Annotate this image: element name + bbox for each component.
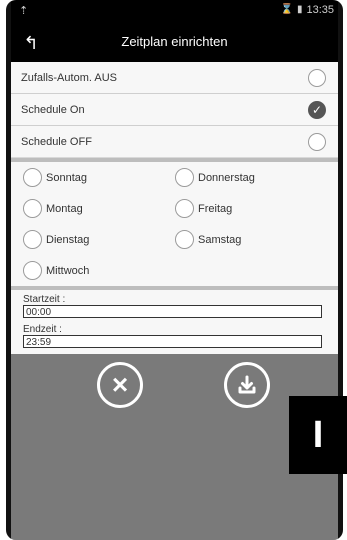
cancel-button[interactable]: ×: [97, 362, 143, 408]
day-saturday[interactable]: Samstag: [175, 230, 241, 249]
mode-list: Zufalls-Autom. AUS Schedule On ✓ Schedul…: [11, 62, 338, 157]
day-label: Freitag: [198, 202, 233, 215]
status-bar: ⇡ ⌛ ▮ 13:35: [11, 0, 338, 24]
side-tab: I: [289, 396, 347, 474]
notification-icon: ⇡: [19, 5, 29, 17]
radio-icon[interactable]: [308, 68, 326, 87]
side-tab-label: I: [312, 413, 324, 456]
page-title: Zeitplan einrichten: [121, 34, 228, 49]
day-label: Donnerstag: [198, 171, 255, 184]
hourglass-icon: ⌛: [280, 4, 293, 15]
radio-icon[interactable]: [175, 230, 194, 249]
status-right: ⌛ ▮ 13:35: [281, 4, 335, 16]
day-sunday[interactable]: Sonntag: [23, 168, 87, 187]
day-label: Dienstag: [46, 233, 90, 246]
radio-icon[interactable]: [23, 168, 42, 187]
save-button[interactable]: [224, 362, 270, 408]
start-time-label: Startzeit :: [23, 294, 66, 305]
mode-label: Zufalls-Autom. AUS: [21, 71, 117, 84]
day-wednesday[interactable]: Mittwoch: [23, 261, 89, 280]
mode-row-schedule-off[interactable]: Schedule OFF: [11, 126, 338, 157]
download-icon: [238, 375, 256, 394]
day-label: Montag: [46, 202, 83, 215]
check-icon[interactable]: ✓: [308, 100, 326, 119]
radio-icon[interactable]: [23, 230, 42, 249]
end-time-label: Endzeit :: [23, 324, 62, 335]
day-label: Sonntag: [46, 171, 87, 184]
status-time: 13:35: [306, 4, 334, 16]
radio-icon[interactable]: [23, 261, 42, 280]
radio-icon[interactable]: [308, 132, 326, 151]
day-tuesday[interactable]: Dienstag: [23, 230, 89, 249]
end-time-field[interactable]: 23:59: [23, 335, 322, 348]
day-label: Mittwoch: [46, 264, 90, 277]
day-selector: Sonntag Montag Dienstag Mittwoch Donners…: [11, 162, 338, 289]
mode-row-schedule-on[interactable]: Schedule On ✓: [11, 94, 338, 126]
mode-row-random-off[interactable]: Zufalls-Autom. AUS: [11, 62, 338, 94]
day-thursday[interactable]: Donnerstag: [175, 168, 255, 187]
app-bar: ↰ Zeitplan einrichten: [11, 24, 338, 62]
time-settings: Startzeit : 00:00 Endzeit : 23:59: [11, 290, 338, 354]
mode-label: Schedule OFF: [21, 135, 92, 148]
mode-label: Schedule On: [21, 103, 85, 116]
day-monday[interactable]: Montag: [23, 199, 83, 218]
radio-icon[interactable]: [175, 199, 194, 218]
start-time-field[interactable]: 00:00: [23, 305, 322, 318]
battery-icon: ▮: [296, 4, 303, 15]
close-icon: ×: [111, 369, 129, 400]
day-label: Samstag: [198, 233, 242, 246]
radio-icon[interactable]: [175, 168, 194, 187]
radio-icon[interactable]: [23, 199, 42, 218]
day-friday[interactable]: Freitag: [175, 199, 232, 218]
